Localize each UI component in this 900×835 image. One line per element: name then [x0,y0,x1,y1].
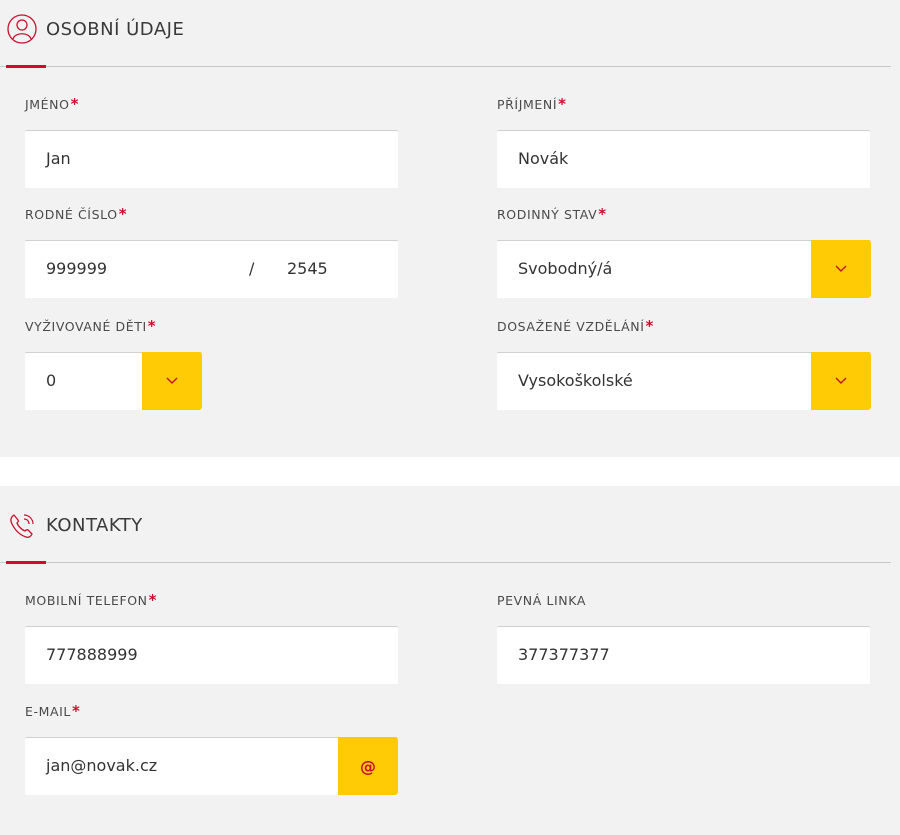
education-label: DOSAŽENÉ VZDĚLÁNÍ* [497,317,654,335]
section-accent-line [6,65,46,68]
chevron-down-icon [835,377,847,384]
required-marker: * [70,95,80,113]
contacts-section-header: KONTAKTY [0,486,891,564]
dependent-children-label-text: VYŽIVOVANÉ DĚTI [25,319,147,334]
last-name-label-text: PŘÍJMENÍ [497,97,558,112]
first-name-field[interactable]: Jan [25,130,398,188]
required-marker: * [645,317,654,335]
marital-status-label-text: RODINNÝ STAV [497,207,598,222]
email-value: jan@novak.cz [46,756,158,775]
education-label-text: DOSAŽENÉ VZDĚLÁNÍ [497,319,645,334]
email-label-text: E-MAIL [25,704,71,719]
education-select[interactable]: Vysokoškolské [497,352,871,410]
last-name-label: PŘÍJMENÍ* [497,95,567,113]
contacts-section-title: KONTAKTY [46,515,143,536]
marital-status-value: Svobodný/á [518,259,613,278]
personal-section-header: OSOBNÍ ÚDAJE [0,0,891,68]
dependent-children-value: 0 [46,371,57,390]
email-at-button: @ [338,737,398,795]
required-marker: * [118,205,128,223]
required-marker: * [148,591,158,609]
first-name-value: Jan [46,149,71,168]
mobile-label-text: MOBILNÍ TELEFON [25,593,148,608]
email-label: E-MAIL* [25,702,80,720]
dependent-children-select[interactable]: 0 [25,352,202,410]
education-dropdown-button[interactable] [811,352,871,410]
landline-value: 377377377 [518,645,610,664]
mobile-field[interactable]: 777888999 [25,626,398,684]
personal-section-title: OSOBNÍ ÚDAJE [46,19,185,40]
first-name-label-text: JMÉNO [25,97,70,112]
birth-number-label: RODNÉ ČÍSLO* [25,205,127,223]
chevron-down-icon [166,377,178,384]
dependent-children-label: VYŽIVOVANÉ DĚTI* [25,317,156,335]
education-value: Vysokoškolské [518,371,633,390]
first-name-label: JMÉNO* [25,95,79,113]
birth-number-separator: / [249,259,255,278]
marital-status-dropdown-button[interactable] [811,240,871,298]
required-marker: * [558,95,567,113]
birth-number-suffix-value: 2545 [287,259,328,278]
section-accent-line [6,561,46,564]
person-icon [7,14,37,44]
last-name-value: Novák [518,149,569,168]
mobile-label: MOBILNÍ TELEFON* [25,591,157,609]
marital-status-select[interactable]: Svobodný/á [497,240,871,298]
mobile-value: 777888999 [46,645,138,664]
contacts-section: KONTAKTY MOBILNÍ TELEFON* 777888999 PEVN… [0,486,900,835]
dependent-children-dropdown-button[interactable] [142,352,202,410]
phone-icon [10,514,34,538]
birth-number-prefix-value: 999999 [46,259,108,278]
chevron-down-icon [835,265,847,272]
landline-label-text: PEVNÁ LINKA [497,593,586,608]
marital-status-label: RODINNÝ STAV* [497,205,607,223]
required-marker: * [147,317,157,335]
landline-field[interactable]: 377377377 [497,626,870,684]
landline-label: PEVNÁ LINKA [497,593,586,608]
required-marker: * [598,205,607,223]
birth-number-label-text: RODNÉ ČÍSLO [25,207,118,222]
email-field[interactable]: jan@novak.cz @ [25,737,398,795]
birth-number-field[interactable]: 999999 / 2545 [25,240,398,298]
required-marker: * [72,702,81,720]
last-name-field[interactable]: Novák [497,130,870,188]
at-icon: @ [360,756,376,776]
personal-section: OSOBNÍ ÚDAJE JMÉNO* Jan PŘÍJMENÍ* Novák … [0,0,900,457]
